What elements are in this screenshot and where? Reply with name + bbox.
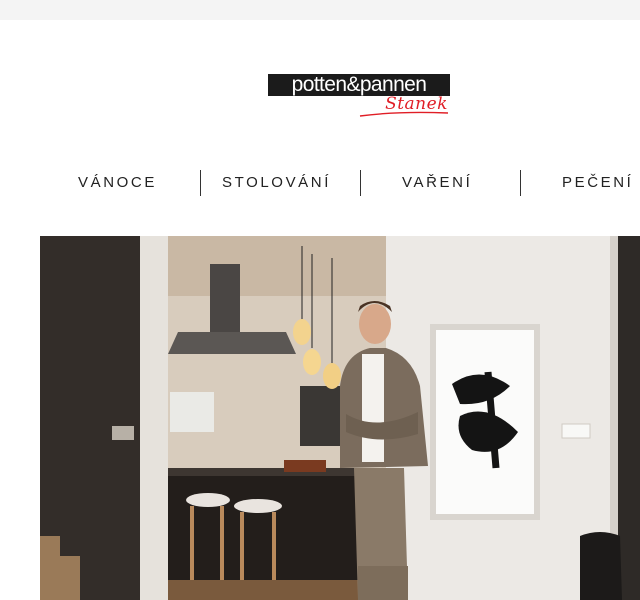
nav-item-vareni[interactable]: VAŘENÍ <box>402 174 472 191</box>
nav-item-peceni[interactable]: PEČENÍ <box>562 174 633 191</box>
hero-image <box>40 236 640 600</box>
logo-swash-icon <box>359 111 449 117</box>
nav-item-stolovani[interactable]: STOLOVÁNÍ <box>222 174 331 191</box>
logo-wordmark: potten&pannen <box>268 74 450 96</box>
hero-kitchen-photo <box>40 236 640 600</box>
nav-item-vanoce[interactable]: VÁNOCE <box>78 174 157 191</box>
nav-divider <box>200 170 201 196</box>
top-strip <box>0 0 640 20</box>
nav-divider <box>520 170 521 196</box>
nav-divider <box>360 170 361 196</box>
brand-logo[interactable]: potten&pannen Stanek <box>268 74 452 118</box>
main-navigation: VÁNOCE STOLOVÁNÍ VAŘENÍ PEČENÍ <box>0 168 640 198</box>
